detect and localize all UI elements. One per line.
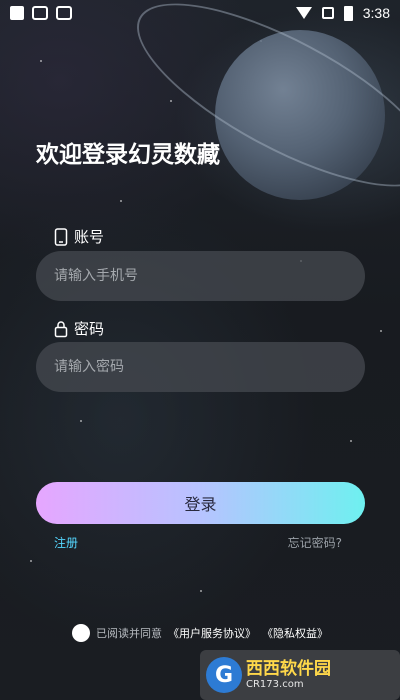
page-title: 欢迎登录幻灵数藏 bbox=[36, 142, 220, 168]
agreement-row: 已阅读并同意 《用户服务协议》 《隐私权益》 bbox=[72, 624, 328, 642]
password-label-row: 密码 bbox=[54, 318, 104, 339]
user-agreement-link[interactable]: 《用户服务协议》 bbox=[168, 625, 256, 641]
status-bar: 3:38 bbox=[0, 0, 400, 26]
privacy-link[interactable]: 《隐私权益》 bbox=[262, 625, 328, 641]
phone-icon bbox=[54, 227, 68, 246]
no-signal-icon bbox=[321, 7, 334, 19]
battery-icon bbox=[343, 5, 353, 21]
account-label-row: 账号 bbox=[54, 226, 104, 247]
watermark-domain: CR173.com bbox=[246, 678, 304, 690]
app-notification-icon bbox=[32, 6, 48, 20]
agreement-checkbox[interactable] bbox=[72, 624, 90, 642]
agreement-prefix: 已阅读并同意 bbox=[96, 627, 162, 640]
password-input[interactable] bbox=[36, 342, 365, 392]
password-label: 密码 bbox=[74, 320, 105, 338]
watermark-logo-icon: G bbox=[206, 657, 242, 693]
wifi-icon bbox=[295, 7, 312, 19]
phone-input[interactable] bbox=[36, 251, 365, 301]
login-button[interactable]: 登录 bbox=[36, 482, 365, 524]
lock-icon bbox=[54, 320, 68, 337]
register-link[interactable]: 注册 bbox=[54, 534, 78, 551]
status-time: 3:38 bbox=[362, 5, 390, 21]
account-label: 账号 bbox=[74, 228, 105, 246]
notification-icon bbox=[10, 6, 24, 20]
watermark: G 西西软件园 CR173.com bbox=[200, 650, 400, 700]
forgot-password-link[interactable]: 忘记密码? bbox=[288, 534, 342, 551]
watermark-brand: 西西软件园 bbox=[246, 659, 331, 680]
app-notification-icon-2 bbox=[56, 6, 72, 20]
